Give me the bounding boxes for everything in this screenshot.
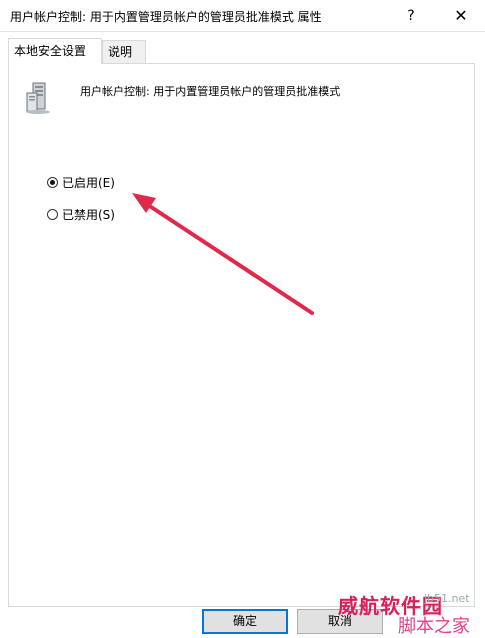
cancel-button[interactable]: 取消 — [297, 609, 383, 634]
tab-explain[interactable]: 说明 — [102, 40, 146, 63]
annotation-arrow — [132, 193, 314, 315]
help-button[interactable]: ? — [388, 0, 434, 31]
disabled-option[interactable]: 已禁用(S) — [47, 206, 115, 223]
tab-panel: 用户帐户控制: 用于内置管理员帐户的管理员批准模式 已启用(E) 已禁用(S) — [8, 63, 475, 607]
server-icon — [26, 82, 50, 114]
window-title: 用户帐户控制: 用于内置管理员帐户的管理员批准模式 属性 — [10, 10, 322, 24]
enabled-option[interactable]: 已启用(E) — [47, 174, 115, 191]
enabled-label[interactable]: 已启用(E) — [62, 174, 115, 191]
title-bar: 用户帐户控制: 用于内置管理员帐户的管理员批准模式 属性 ? ✕ — [0, 0, 485, 32]
disabled-label[interactable]: 已禁用(S) — [62, 206, 115, 223]
watermark-site: 脚本之家 — [398, 616, 470, 637]
ok-button[interactable]: 确定 — [202, 609, 288, 634]
enabled-radio[interactable] — [47, 177, 58, 188]
policy-title: 用户帐户控制: 用于内置管理员帐户的管理员批准模式 — [80, 85, 341, 98]
tab-local-security-setting[interactable]: 本地安全设置 — [8, 38, 102, 64]
close-button[interactable]: ✕ — [438, 0, 484, 31]
disabled-radio[interactable] — [47, 209, 58, 220]
